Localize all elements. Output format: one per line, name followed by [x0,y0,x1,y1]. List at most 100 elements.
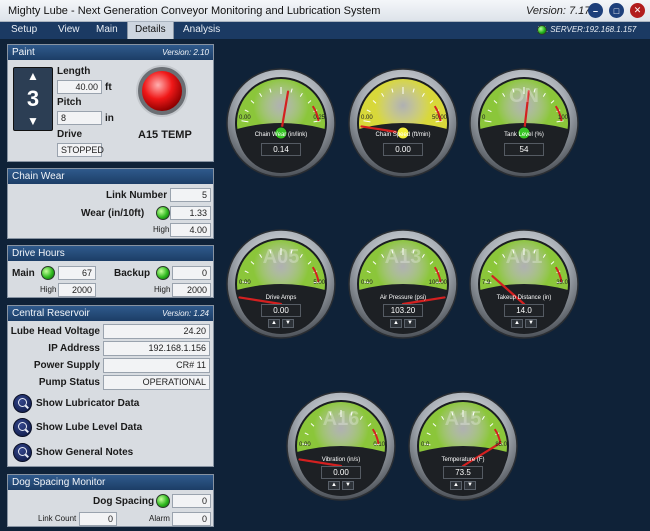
paint-panel-version: Version: 2.10 [162,48,209,57]
length-field[interactable]: 40.00 [57,80,102,94]
reservoir-row: Power Supply CR# 11 [8,358,213,374]
reservoir-row-label: Power Supply [33,360,100,371]
gauge-watermark: A16 [322,408,360,430]
gauge-scale-up-button[interactable]: ▲ [390,319,402,328]
window-title: Mighty Lube - Next Generation Conveyor M… [8,5,381,17]
gauge-max: 0.25 [313,115,325,121]
central-reservoir-panel: Central Reservoir Version: 1.24 Lube Hea… [7,305,214,467]
gauge-scale-down-button[interactable]: ▼ [525,319,537,328]
link-count-label: Link Count [38,514,77,523]
magnifier-icon [13,394,32,413]
alarm-value[interactable]: 0 [172,512,211,526]
gauge-watermark: A15 [444,408,482,430]
gauge-vibration: A16 0.00 0.10 Vibration (in/s) 0.00 ▲ ▼ [285,390,397,502]
menu-view[interactable]: View [51,22,87,39]
main-hours-value: 67 [58,266,96,280]
gauge-scale-stepper: ▲ ▼ [390,319,416,328]
gauge-scale-up-button[interactable]: ▲ [450,481,462,490]
gauge-scale-up-button[interactable]: ▲ [511,319,523,328]
length-label: Length [57,66,91,77]
chain-wear-panel-header: Chain Wear [8,169,213,184]
pitch-field[interactable]: 8 [57,111,102,125]
gauge-label: Air Pressure (psi) [379,295,427,301]
gauge-scale-up-button[interactable]: ▲ [268,319,280,328]
stepper-up-button[interactable]: ▲ [14,69,52,84]
gauge-scale-down-button[interactable]: ▼ [342,481,354,490]
gauge-value: 73.5 [443,466,483,479]
reservoir-row-label: IP Address [48,343,100,354]
close-button[interactable]: ✕ [630,3,645,18]
app-version: Version: 7.17 [526,5,591,17]
server-status-led-icon [537,25,547,35]
close-icon: ✕ [633,5,642,15]
gauge-scale-stepper: ▲ ▼ [328,481,354,490]
gauge-scale-up-button[interactable]: ▲ [328,481,340,490]
reservoir-row-label: Lube Head Voltage [10,326,100,337]
wear-value: 1.33 [170,206,211,220]
chevron-up-icon: ▲ [27,69,39,83]
menu-details[interactable]: Details [127,22,174,39]
gauge-scale-stepper: ▲ ▼ [268,319,294,328]
gauge-dial [226,68,336,178]
gauge-scale-down-button[interactable]: ▼ [282,319,294,328]
magnifier-icon [13,418,32,437]
gauge-scale-stepper: ▲ ▼ [450,481,476,490]
show-general-notes-label: Show General Notes [36,447,134,458]
wear-high-value[interactable]: 4.00 [170,223,211,237]
stepper-down-button[interactable]: ▼ [14,114,52,129]
drive-label: Drive [57,129,83,140]
gauge-value: 0.00 [321,466,361,479]
reservoir-row: IP Address 192.168.1.156 [8,341,213,357]
gauge-takeup-distance: A01 7.9 39.0 Takeup Distance (in) 14.0 ▲ ▼ [468,228,580,340]
gauge-min: 0.0 [421,442,430,448]
gauge-max: 0.10 [373,442,385,448]
dog-spacing-panel-header: Dog Spacing Monitor [8,475,213,490]
gauge-drive-amps: A05 0.00 5.00 Drive Amps 0.00 ▲ ▼ [225,228,337,340]
gauge-watermark: ON [509,85,539,107]
gauge-label: Chain Speed (ft/min) [375,132,431,138]
gauge-max: 39.0 [556,280,568,286]
gauge-value: 54 [504,143,544,156]
menu-setup[interactable]: Setup [4,22,44,39]
server-status: ML SERVER:192.168.1.157 [537,25,636,35]
gauge-watermark: A13 [384,246,422,268]
maximize-button[interactable]: □ [609,3,624,18]
backup-hours-value: 0 [172,266,211,280]
maximize-icon: □ [613,5,620,16]
gauge-dial [348,68,458,178]
chain-wear-panel: Chain Wear Link Number 5 Wear (in/10ft) … [7,168,214,239]
dog-spacing-label: Dog Spacing [93,496,155,507]
gauge-tank-level: ON 0 100 Tank Level (%) 54 [468,67,580,179]
backup-high-label: High [154,285,171,294]
show-lube-level-data-label: Show Lube Level Data [36,422,143,433]
minimize-button[interactable]: – [588,3,603,18]
gauge-min: 0 [482,115,486,121]
gauge-chain-wear: 0.00 0.25 Chain Wear (in/link) 0.14 [225,67,337,179]
backup-high-value[interactable]: 2000 [172,283,211,297]
paint-panel-title: Paint [12,47,35,58]
menu-analysis[interactable]: Analysis [176,22,227,39]
gauge-label: Chain Wear (in/link) [254,132,308,138]
reservoir-row-value: CR# 11 [103,358,210,373]
gauge-value: 103.20 [383,304,423,317]
gauge-scale-down-button[interactable]: ▼ [464,481,476,490]
main-high-value[interactable]: 2000 [58,283,96,297]
drive-status: STOPPED [57,143,104,157]
pitch-unit: in [105,113,114,124]
magnifier-icon [13,443,32,462]
dog-spacing-value: 0 [172,494,211,508]
gauge-value: 0.00 [261,304,301,317]
length-unit: ft [105,82,112,93]
gauge-scale-down-button[interactable]: ▼ [404,319,416,328]
gauge-label: Takeup Distance (in) [496,295,552,301]
paint-panel: Paint Version: 2.10 ▲ 3 ▼ Length 40.00 f… [7,44,214,162]
gauge-watermark: A01 [505,246,543,268]
title-bar: Mighty Lube - Next Generation Conveyor M… [0,0,650,22]
gauge-max: 50.00 [431,115,447,121]
menu-main[interactable]: Main [89,22,125,39]
wear-label: Wear (in/10ft) [81,208,145,219]
dog-spacing-panel: Dog Spacing Monitor Dog Spacing 0 Link C… [7,474,214,527]
gauge-dial [469,68,579,178]
alarm-label: Alarm [149,514,170,523]
gauge-label: Drive Amps [265,295,297,301]
